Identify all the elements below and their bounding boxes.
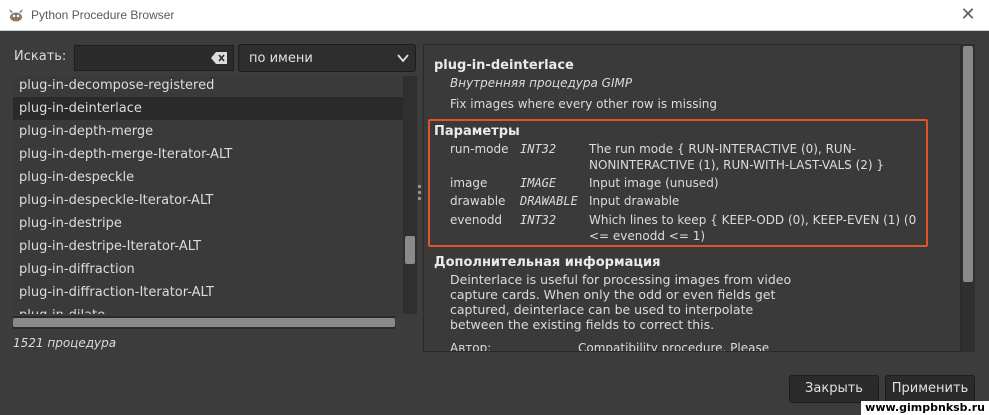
search-mode-value: по имени — [249, 51, 313, 66]
procedure-list-item[interactable]: plug-in-diffraction — [13, 258, 403, 281]
param-type: IMAGE — [520, 176, 557, 190]
procedure-count: 1521 процедура — [13, 336, 117, 350]
procedure-list-item[interactable]: plug-in-dilate — [13, 304, 403, 314]
param-type: INT32 — [520, 142, 557, 156]
param-name: run-mode — [450, 142, 509, 156]
procedure-name: plug-in-deinterlace — [434, 58, 574, 73]
param-name: drawable — [450, 194, 506, 208]
param-name: image — [450, 176, 488, 190]
chevron-down-icon — [397, 54, 409, 63]
procedure-list[interactable]: plug-in-decompose-registered plug-in-dein… — [13, 76, 403, 314]
procedure-list-item[interactable]: plug-in-despeckle — [13, 166, 403, 189]
additional-info-heading: Дополнительная информация — [434, 255, 661, 270]
detail-vertical-scrollbar[interactable] — [961, 44, 975, 352]
param-desc: The run mode { RUN-INTERACTIVE (0), RUN-… — [589, 142, 885, 172]
list-hscroll-thumb[interactable] — [13, 318, 395, 327]
title-bar: Python Procedure Browser ✕ — [0, 0, 989, 31]
param-desc: Which lines to keep { KEEP-ODD (0), KEEP… — [589, 213, 917, 243]
param-type: INT32 — [520, 213, 557, 227]
procedure-list-item[interactable]: plug-in-diffraction-Iterator-ALT — [13, 281, 403, 304]
search-label: Искать: — [14, 49, 67, 64]
author-value: Compatibility procedure. Please — [578, 341, 770, 352]
clear-icon[interactable] — [211, 52, 227, 64]
list-scroll-thumb[interactable] — [405, 236, 415, 264]
param-name: evenodd — [450, 213, 503, 227]
author-label: Автор: — [450, 341, 492, 352]
detail-scroll-thumb[interactable] — [963, 46, 973, 282]
procedure-type: Внутренняя процедура GIMP — [450, 76, 633, 90]
procedure-blurb: Fix images where every other row is miss… — [450, 97, 718, 111]
param-type: DRAWABLE — [520, 194, 578, 208]
watermark: www.gimpbnksb.ru — [861, 401, 989, 415]
procedure-list-item[interactable]: plug-in-destripe — [13, 212, 403, 235]
procedure-list-item[interactable]: plug-in-depth-merge-Iterator-ALT — [13, 143, 403, 166]
procedure-list-item[interactable]: plug-in-despeckle-Iterator-ALT — [13, 189, 403, 212]
parameters-heading: Параметры — [434, 124, 520, 139]
additional-info-text: Deinterlace is useful for processing ima… — [450, 272, 792, 332]
pane-splitter-handle[interactable] — [418, 185, 422, 209]
window-title: Python Procedure Browser — [31, 8, 175, 22]
list-vertical-scrollbar[interactable] — [403, 76, 417, 314]
procedure-list-item[interactable]: plug-in-decompose-registered — [13, 76, 403, 97]
param-desc: Input image (unused) — [589, 176, 719, 190]
procedure-list-item[interactable]: plug-in-destripe-Iterator-ALT — [13, 235, 403, 258]
search-mode-select[interactable]: по имени — [238, 44, 416, 72]
close-button[interactable]: Закрыть — [789, 375, 879, 403]
gimp-icon — [9, 9, 23, 22]
procedure-list-item[interactable]: plug-in-deinterlace — [13, 97, 403, 120]
list-horizontal-scrollbar[interactable] — [13, 316, 395, 329]
param-desc: Input drawable — [589, 194, 680, 208]
procedure-list-item[interactable]: plug-in-depth-merge — [13, 120, 403, 143]
procedure-detail-panel: plug-in-deinterlace Внутренняя процедура… — [423, 44, 961, 352]
close-window-icon[interactable]: ✕ — [957, 4, 979, 26]
search-input[interactable] — [74, 45, 234, 71]
apply-button[interactable]: Применить — [885, 375, 975, 403]
